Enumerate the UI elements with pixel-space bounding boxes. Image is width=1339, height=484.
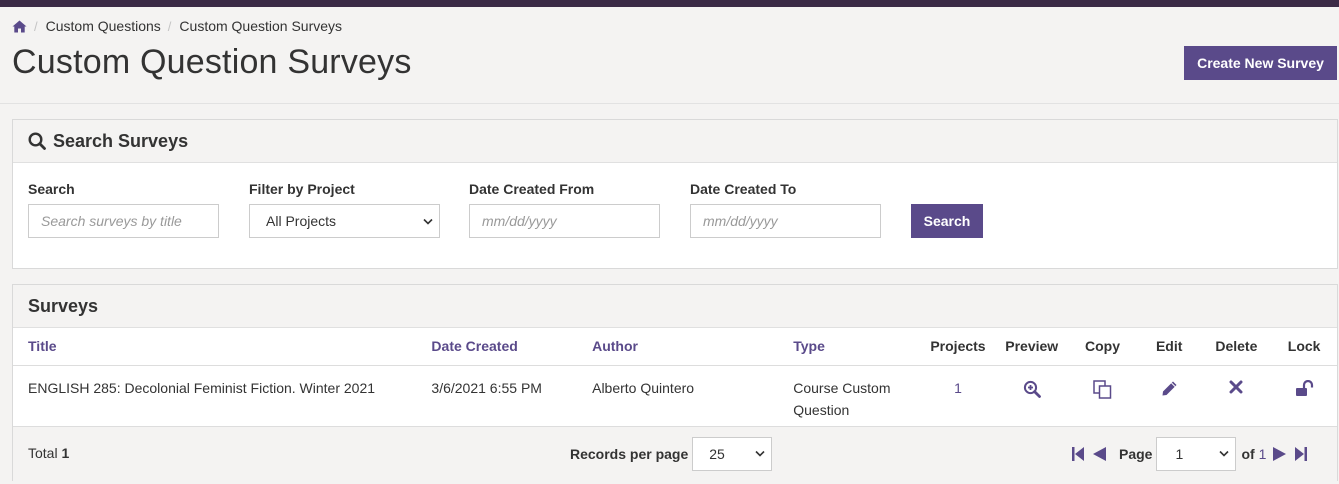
of-value: 1 [1258, 445, 1267, 462]
surveys-panel: Surveys Title Date Created Author Type P… [12, 284, 1338, 482]
breadcrumb-separator: / [34, 18, 38, 34]
breadcrumb: / Custom Questions / Custom Question Sur… [12, 17, 342, 35]
column-header-copy: Copy [1068, 328, 1137, 366]
home-icon[interactable] [12, 20, 27, 33]
search-icon [28, 132, 46, 150]
project-filter-select[interactable]: All Projects [249, 204, 440, 238]
previous-page-icon[interactable] [1091, 446, 1107, 462]
pagination: Page 1 of 1 [1071, 436, 1308, 471]
copy-icon[interactable] [1093, 379, 1112, 399]
page-value: 1 [1175, 445, 1184, 462]
total-value: 1 [61, 444, 70, 461]
total-count: Total 1 [28, 445, 69, 461]
column-header-delete: Delete [1201, 328, 1272, 366]
survey-author-cell: Alberto Quintero [592, 365, 794, 427]
surveys-panel-header: Surveys [13, 285, 1337, 328]
page-total: of 1 [1241, 446, 1266, 462]
column-header-title[interactable]: Title [13, 328, 432, 366]
edit-cell [1136, 365, 1202, 427]
survey-type-cell: Course Custom Question [793, 365, 921, 427]
records-per-page-value: 25 [709, 445, 725, 462]
search-button[interactable]: Search [911, 204, 983, 238]
date-to-group: Date Created To [690, 181, 881, 238]
header-divider [0, 103, 1339, 104]
survey-date-cell: 3/6/2021 6:55 PM [431, 365, 593, 427]
projects-count-link[interactable]: 1 [954, 380, 962, 396]
table-row: ENGLISH 285: Decolonial Feminist Fiction… [13, 365, 1337, 427]
breadcrumb-item-current: Custom Question Surveys [179, 18, 343, 34]
of-label: of [1241, 445, 1255, 462]
date-from-group: Date Created From [469, 181, 660, 238]
table-footer: Total 1 Records per page 25 Page 1 of 1 [13, 426, 1337, 482]
column-header-lock: Lock [1271, 328, 1337, 366]
search-panel-header: Search Surveys [13, 120, 1337, 163]
date-from-input[interactable] [469, 204, 660, 238]
copy-cell [1068, 365, 1137, 427]
column-header-projects: Projects [920, 328, 996, 366]
date-to-label: Date Created To [690, 181, 797, 197]
search-panel: Search Surveys Search Filter by Project … [12, 119, 1338, 269]
last-page-icon[interactable] [1294, 446, 1308, 462]
project-filter-label: Filter by Project [249, 181, 355, 197]
breadcrumb-separator: / [167, 18, 172, 34]
date-from-label: Date Created From [469, 181, 595, 197]
column-header-preview: Preview [995, 328, 1069, 366]
project-filter-value: All Projects [266, 213, 337, 229]
records-per-page-select[interactable]: 25 [692, 436, 773, 471]
top-bar [0, 0, 1339, 7]
chevron-down-icon [423, 218, 433, 225]
pencil-icon[interactable] [1161, 380, 1178, 397]
table-header-row: Title Date Created Author Type Projects … [13, 328, 1337, 366]
total-label: Total [28, 444, 58, 461]
unlock-icon[interactable] [1295, 379, 1314, 397]
preview-cell [995, 365, 1069, 427]
lock-cell [1271, 365, 1337, 427]
next-page-icon[interactable] [1272, 446, 1288, 462]
search-field-group: Search [28, 181, 219, 238]
chevron-down-icon [1219, 450, 1230, 457]
column-header-date-created[interactable]: Date Created [431, 328, 593, 366]
search-panel-title: Search Surveys [53, 130, 189, 151]
first-page-icon[interactable] [1071, 446, 1085, 462]
page-select[interactable]: 1 [1156, 436, 1237, 471]
surveys-table: Title Date Created Author Type Projects … [13, 328, 1337, 427]
create-new-survey-button[interactable]: Create New Survey [1184, 46, 1337, 80]
delete-cell [1201, 365, 1272, 427]
page-title: Custom Question Surveys [12, 43, 412, 81]
search-input[interactable] [28, 204, 219, 238]
column-header-type[interactable]: Type [793, 328, 921, 366]
project-filter-group: Filter by Project All Projects [249, 181, 440, 238]
records-per-page-label: Records per page [570, 445, 689, 462]
column-header-author[interactable]: Author [592, 328, 794, 366]
page-label: Page [1119, 445, 1153, 462]
date-to-input[interactable] [690, 204, 881, 238]
zoom-in-icon[interactable] [1023, 380, 1041, 398]
column-header-edit: Edit [1136, 328, 1202, 366]
records-per-page: Records per page 25 [570, 436, 773, 471]
survey-projects-cell: 1 [920, 365, 996, 427]
search-label: Search [28, 181, 75, 197]
breadcrumb-item-custom-questions[interactable]: Custom Questions [46, 18, 161, 34]
survey-title-cell: ENGLISH 285: Decolonial Feminist Fiction… [13, 365, 432, 427]
chevron-down-icon [755, 450, 765, 457]
close-icon[interactable] [1229, 380, 1243, 394]
